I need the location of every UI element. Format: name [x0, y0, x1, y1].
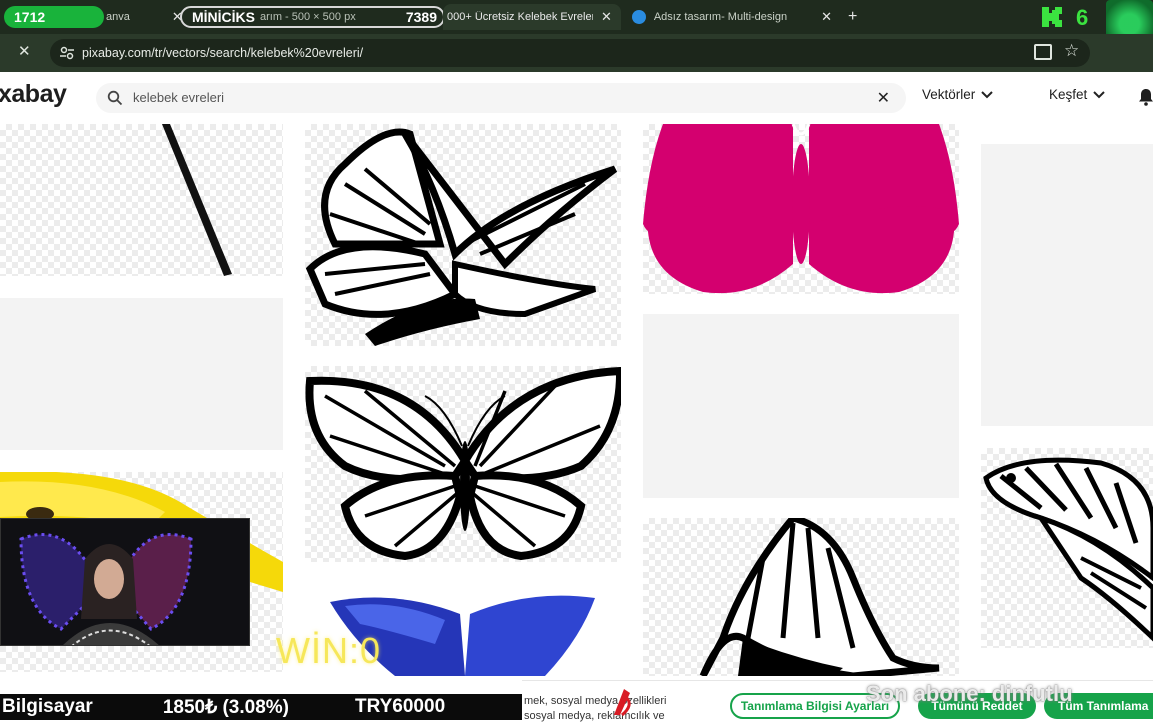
cookie-text-line: mek, sosyal medya özellikleri: [524, 695, 667, 707]
last-subscriber-overlay: Son abone: dinfutlu: [866, 681, 1073, 706]
result-image[interactable]: [305, 366, 621, 562]
plus-icon: +: [848, 8, 858, 25]
explore-dropdown[interactable]: Keşfet: [1049, 87, 1105, 102]
chevron-down-icon: [1093, 90, 1105, 98]
win-counter: WİN:0: [276, 630, 382, 671]
stream-ticker-bar: Bilgisayar 1850₺ (3.08%) TRY60000: [0, 694, 522, 720]
channel-name-badge: MİNİCİKS arım - 500 × 500 px 7389: [180, 6, 445, 28]
cookie-text-line: sosyal medya, reklamcılık ve: [524, 710, 665, 722]
butterfly-antenna-image: [162, 124, 232, 276]
close-icon[interactable]: ✕: [821, 9, 832, 25]
bookmark-star-icon[interactable]: ☆: [1064, 41, 1079, 61]
clear-search-icon[interactable]: ✕: [877, 88, 890, 108]
tab-label: anva: [106, 11, 130, 23]
chevron-down-icon: [981, 90, 993, 98]
butterfly-outline-front-image: [305, 366, 621, 561]
cookie-logo-icon: [610, 687, 634, 717]
url-field[interactable]: pixabay.com/tr/vectors/search/kelebek%20…: [50, 39, 1090, 67]
ticker-goal: TRY60000: [355, 696, 446, 717]
result-image[interactable]: [981, 448, 1153, 648]
butterfly-moth-image: [983, 457, 1153, 642]
result-image[interactable]: [643, 124, 959, 294]
notification-bell-icon[interactable]: [1138, 88, 1153, 111]
tab-pixabay[interactable]: 000+ Ücretsiz Kelebek Evreleri ✕: [443, 4, 621, 30]
site-info-icon[interactable]: [59, 45, 75, 61]
explore-label: Keşfet: [1049, 87, 1088, 102]
result-image-placeholder[interactable]: [643, 314, 959, 498]
new-tab-button[interactable]: +: [848, 4, 866, 30]
canva-icon: [632, 10, 646, 24]
pixabay-logo[interactable]: xabay: [0, 80, 67, 109]
tab-canva[interactable]: anva ✕: [100, 4, 190, 30]
result-image-placeholder[interactable]: [981, 144, 1153, 426]
webcam-overlay: [0, 518, 250, 646]
butterfly-outline-side-image: [305, 128, 618, 346]
tab-label: 000+ Ücretsiz Kelebek Evreleri: [447, 11, 593, 23]
kick-count: 6: [1076, 5, 1089, 30]
butterfly-pink-image: [643, 124, 959, 294]
search-input[interactable]: kelebek evreleri: [133, 90, 224, 105]
media-type-label: Vektörler: [922, 87, 976, 102]
tab-label: arım - 500 × 500 px: [260, 11, 356, 23]
site-header: xabay kelebek evreleri ✕ Vektörler Keşfe…: [0, 72, 1153, 124]
install-app-icon[interactable]: [1034, 44, 1052, 60]
left-counter: 1712: [14, 9, 46, 25]
butterfly-sketch-image: [699, 518, 940, 676]
media-type-dropdown[interactable]: Vektörler: [922, 87, 993, 102]
result-image[interactable]: [643, 518, 959, 676]
streamer-webcam-image: [1, 519, 249, 645]
search-bar[interactable]: kelebek evreleri ✕: [96, 83, 906, 113]
right-counter: 7389: [405, 9, 437, 25]
close-icon[interactable]: ✕: [601, 9, 612, 25]
left-counter-badge: 1712: [4, 6, 104, 28]
browser-tab-bar: 1712 anva ✕ MİNİCİKS arım - 500 × 500 px…: [0, 0, 1153, 48]
result-image-placeholder[interactable]: [0, 298, 283, 450]
result-image[interactable]: [305, 124, 621, 346]
ticker-device: Bilgisayar: [2, 696, 93, 717]
kick-logo-icon: [1040, 5, 1064, 29]
close-icon[interactable]: ✕: [18, 42, 31, 60]
tab-multi-design[interactable]: Adsız tasarım- Multi-design ✕: [632, 4, 832, 30]
search-icon[interactable]: [107, 90, 123, 111]
cookie-banner: mek, sosyal medya özellikleri sosyal med…: [522, 680, 1153, 722]
tab-label: Adsız tasarım- Multi-design: [653, 11, 788, 23]
url-text: pixabay.com/tr/vectors/search/kelebek%20…: [82, 46, 364, 60]
ticker-price: 1850₺ (3.08%): [162, 696, 289, 718]
result-image[interactable]: [0, 124, 283, 276]
address-bar-row: ✕ pixabay.com/tr/vectors/search/kelebek%…: [0, 34, 1153, 72]
channel-name: MİNİCİKS: [192, 9, 255, 25]
